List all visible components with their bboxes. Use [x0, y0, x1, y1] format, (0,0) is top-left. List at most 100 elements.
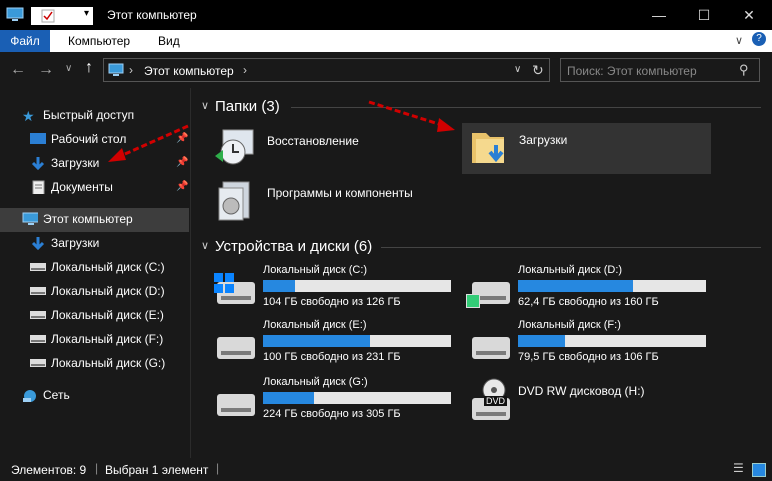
drive-free-space: 104 ГБ свободно из 126 ГБ	[263, 296, 401, 308]
properties-icon[interactable]	[41, 9, 55, 23]
status-selection: Выбран 1 элемент	[105, 463, 209, 477]
drive-tile-e[interactable]: Локальный диск (E:) 100 ГБ свободно из 2…	[211, 317, 456, 371]
group-header-devices[interactable]: Устройства и диски (6)	[215, 238, 372, 255]
tiles-view-icon[interactable]	[752, 463, 766, 477]
search-input[interactable]: Поиск: Этот компьютер ⚲	[560, 58, 760, 82]
refresh-icon[interactable]: ↻	[532, 62, 544, 79]
search-icon[interactable]: ⚲	[739, 62, 749, 78]
drive-free-space: 62,4 ГБ свободно из 160 ГБ	[518, 296, 659, 308]
breadcrumb-separator-icon[interactable]: ›	[243, 63, 247, 77]
collapse-group-icon[interactable]: ∨	[201, 239, 209, 252]
sidebar-item-this-pc[interactable]: Этот компьютер	[0, 208, 189, 232]
forward-arrow-icon[interactable]: →	[38, 61, 54, 79]
drive-tile-g[interactable]: Локальный диск (G:) 224 ГБ свободно из 3…	[211, 374, 456, 428]
sidebar-item-label: Локальный диск (C:)	[51, 260, 165, 274]
drive-usage-fill	[263, 335, 371, 347]
computer-icon	[6, 7, 24, 21]
close-button[interactable]: ✕	[726, 0, 772, 30]
annotation-arrow	[108, 124, 189, 162]
drive-tile-f[interactable]: Локальный диск (F:) 79,5 ГБ свободно из …	[466, 317, 711, 371]
recent-locations-icon[interactable]: ∨	[65, 63, 72, 74]
drive-usage-bar	[263, 392, 451, 404]
drive-usage-bar	[263, 335, 451, 347]
sidebar-item-drive-e[interactable]: Локальный диск (E:)	[0, 304, 189, 328]
details-view-icon[interactable]: ☰	[733, 461, 744, 475]
download-icon	[31, 237, 45, 250]
download-icon	[31, 157, 45, 170]
drive-usage-fill	[518, 280, 633, 292]
collapse-group-icon[interactable]: ∨	[201, 99, 209, 112]
sidebar-item-documents[interactable]: Документы 📌	[0, 176, 189, 200]
drive-icon	[30, 359, 46, 367]
drive-usage-fill	[263, 392, 314, 404]
folder-tile-downloads[interactable]: Загрузки	[462, 123, 711, 174]
status-bar: Элементов: 9 | Выбран 1 элемент | ☰	[0, 458, 772, 481]
sidebar-item-drive-c[interactable]: Локальный диск (C:)	[0, 256, 189, 280]
status-separator: |	[95, 461, 99, 475]
minimize-button[interactable]: —	[636, 0, 682, 30]
drive-icon	[217, 394, 255, 416]
sidebar-item-network[interactable]: Сеть	[0, 384, 189, 408]
drive-label: Локальный диск (F:)	[518, 319, 621, 331]
drive-icon	[30, 335, 46, 343]
drive-usage-fill	[263, 280, 295, 292]
recovery-icon	[215, 129, 254, 165]
drive-usage-bar	[518, 280, 706, 292]
drive-label: Локальный диск (G:)	[263, 376, 368, 388]
pin-icon[interactable]: 📌	[176, 181, 188, 192]
tab-file[interactable]: Файл	[0, 30, 50, 52]
window-title: Этот компьютер	[107, 8, 197, 22]
computer-icon	[108, 63, 124, 76]
windows-logo-icon	[214, 273, 234, 293]
tab-view[interactable]: Вид	[158, 34, 180, 48]
drive-usage-fill	[518, 335, 565, 347]
sidebar-item-drive-d[interactable]: Локальный диск (D:)	[0, 280, 189, 304]
shared-drive-icon	[466, 294, 480, 308]
downloads-folder-icon	[472, 133, 504, 163]
group-header-folders[interactable]: Папки (3)	[215, 98, 280, 115]
tab-computer[interactable]: Компьютер	[68, 34, 130, 48]
title-bar: ▾ Этот компьютер — ☐ ✕	[0, 0, 772, 30]
sidebar-item-label: Загрузки	[51, 156, 100, 170]
drive-icon	[30, 311, 46, 319]
status-separator: |	[216, 461, 220, 475]
customize-toolbar-icon[interactable]: ▾	[84, 8, 89, 19]
drive-icon	[30, 287, 46, 295]
back-arrow-icon[interactable]: ←	[10, 61, 26, 79]
maximize-button[interactable]: ☐	[681, 0, 727, 30]
folder-tile-programs[interactable]: Программы и компоненты	[209, 176, 453, 226]
sidebar-item-label: Локальный диск (G:)	[51, 356, 166, 370]
folder-tile-label: Программы и компоненты	[267, 186, 413, 200]
dvd-badge: DVD	[484, 396, 508, 406]
sidebar-item-label: Этот компьютер	[43, 212, 133, 226]
expand-ribbon-icon[interactable]: ∨	[735, 34, 743, 47]
sidebar-item-label: Загрузки	[51, 236, 100, 250]
drive-tile-d[interactable]: Локальный диск (D:) 62,4 ГБ свободно из …	[466, 262, 711, 316]
group-divider	[381, 247, 761, 248]
desktop-icon	[30, 133, 46, 144]
star-icon: ★	[22, 108, 35, 124]
up-arrow-icon[interactable]: ↑	[85, 59, 93, 77]
search-placeholder: Поиск: Этот компьютер	[567, 64, 697, 78]
sidebar-item-label: Локальный диск (F:)	[51, 332, 164, 346]
drive-free-space: 100 ГБ свободно из 231 ГБ	[263, 351, 401, 363]
drive-free-space: 79,5 ГБ свободно из 106 ГБ	[518, 351, 659, 363]
drive-free-space: 224 ГБ свободно из 305 ГБ	[263, 408, 401, 420]
sidebar-item-drive-f[interactable]: Локальный диск (F:)	[0, 328, 189, 352]
drive-tile-dvd[interactable]: DVD DVD RW дисковод (H:)	[466, 374, 711, 428]
address-bar[interactable]: › Этот компьютер › ∨ ↻	[103, 58, 550, 82]
sidebar-item-downloads[interactable]: Загрузки	[0, 232, 189, 256]
breadcrumb[interactable]: Этот компьютер	[144, 64, 234, 78]
drive-label: DVD RW дисковод (H:)	[518, 384, 645, 398]
status-item-count: Элементов: 9	[11, 463, 87, 477]
folder-tile-label: Загрузки	[519, 133, 568, 147]
help-icon[interactable]: ?	[752, 32, 766, 46]
sidebar-item-drive-g[interactable]: Локальный диск (G:)	[0, 352, 189, 376]
network-icon	[23, 390, 36, 402]
drive-label: Локальный диск (D:)	[518, 264, 623, 276]
breadcrumb-separator-icon[interactable]: ›	[129, 63, 133, 77]
address-dropdown-icon[interactable]: ∨	[514, 64, 521, 75]
sidebar-item-label: Документы	[51, 180, 113, 194]
drive-tile-c[interactable]: Локальный диск (C:) 104 ГБ свободно из 1…	[211, 262, 456, 316]
sidebar-item-label: Локальный диск (D:)	[51, 284, 165, 298]
